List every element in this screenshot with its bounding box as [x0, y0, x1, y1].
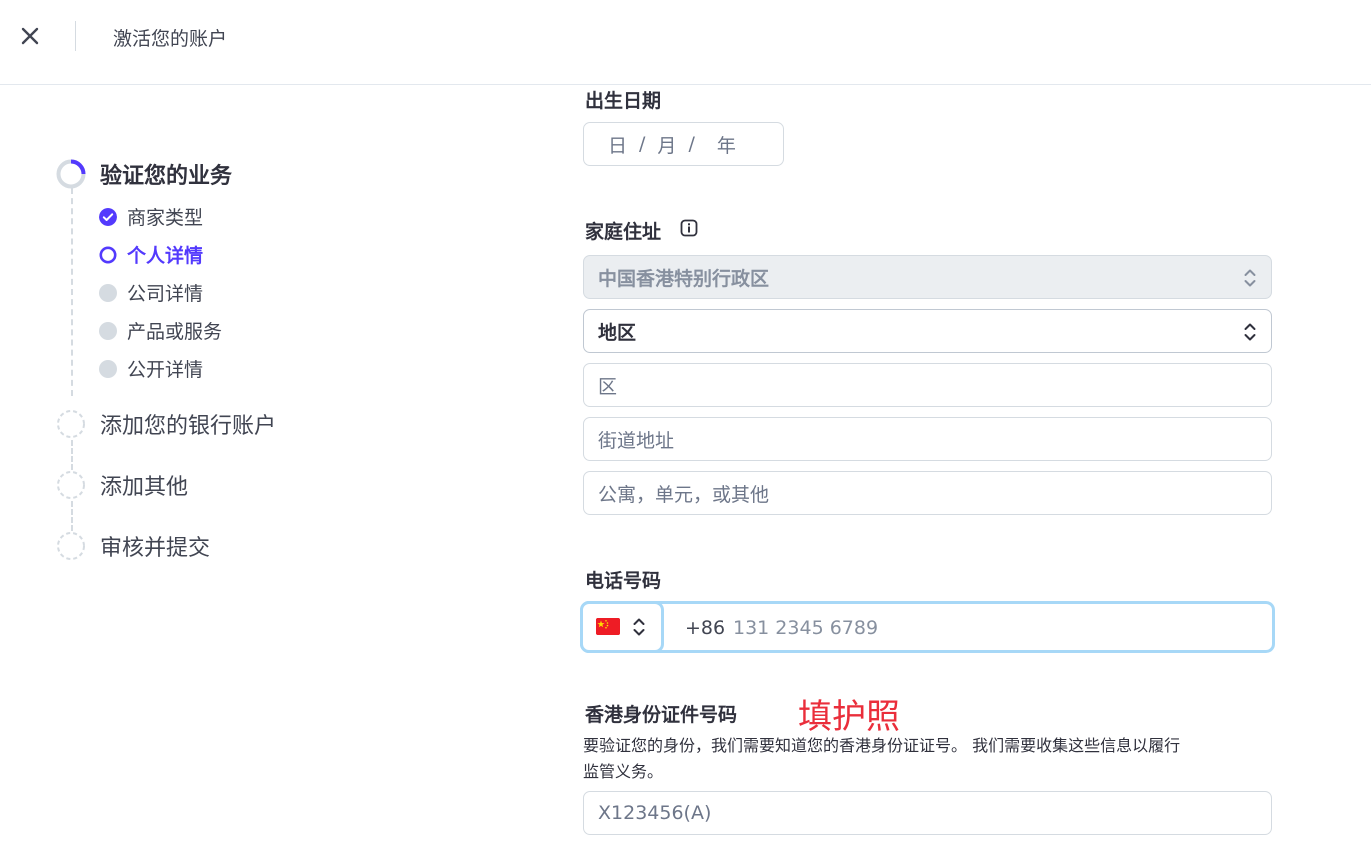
- street-address-input[interactable]: 街道地址: [583, 417, 1272, 461]
- phone-country-code: +86: [685, 617, 726, 639]
- step-review-submit[interactable]: 审核并提交: [56, 530, 210, 562]
- dob-field[interactable]: 日 / 月 / 年: [583, 122, 784, 166]
- pending-dot-icon: [99, 283, 117, 302]
- substep-personal-details[interactable]: 个人详情: [99, 241, 203, 268]
- phone-number-input[interactable]: 131 2345 6789: [733, 617, 878, 639]
- step-add-others[interactable]: 添加其他: [56, 469, 188, 501]
- hkid-label: 香港身份证件号码: [585, 704, 738, 726]
- progress-ring-icon: [56, 159, 86, 189]
- substep-label: 个人详情: [127, 245, 204, 267]
- stepper-connector: [71, 501, 73, 531]
- street-placeholder: 街道地址: [598, 429, 675, 452]
- phone-input-group: +86 131 2345 6789: [580, 601, 1275, 653]
- unit-placeholder: 公寓，单元，或其他: [598, 483, 770, 506]
- check-circle-icon: [99, 207, 117, 226]
- substep-label: 商家类型: [127, 207, 204, 229]
- region-select[interactable]: 地区: [583, 309, 1272, 353]
- dob-label: 出生日期: [585, 90, 662, 112]
- pending-dot-icon: [99, 321, 117, 340]
- substep-label: 产品或服务: [127, 321, 223, 343]
- district-input[interactable]: 区: [583, 363, 1272, 407]
- substep-merchant-type[interactable]: 商家类型: [99, 203, 203, 230]
- dashed-circle-icon: [57, 532, 85, 560]
- hkid-input[interactable]: X123456(A): [583, 791, 1272, 835]
- page-title: 激活您的账户: [113, 28, 228, 50]
- dob-day-input[interactable]: 日: [608, 131, 627, 158]
- chevron-up-down-icon: [1244, 323, 1256, 341]
- dob-month-input[interactable]: 月: [657, 131, 676, 158]
- phone-label: 电话号码: [585, 570, 662, 592]
- substep-company-details[interactable]: 公司详情: [99, 279, 203, 306]
- help-line: 要验证您的身份，我们需要知道您的香港身份证证号。 我们需要收集这些信息以履行: [583, 736, 1181, 755]
- hkid-placeholder: X123456(A): [598, 802, 712, 824]
- step-label: 验证您的业务: [100, 164, 233, 189]
- info-icon[interactable]: [680, 219, 698, 237]
- stepper-connector: [71, 188, 73, 396]
- dob-year-input[interactable]: 年: [717, 131, 736, 158]
- region-value: 地区: [598, 321, 637, 344]
- step-verify-business[interactable]: 验证您的业务: [56, 158, 232, 190]
- substep-products-services[interactable]: 产品或服务: [99, 317, 222, 344]
- phone-country-select[interactable]: [580, 601, 664, 653]
- close-button[interactable]: [18, 24, 42, 48]
- pending-dot-icon: [99, 359, 117, 378]
- dob-separator: /: [688, 133, 695, 155]
- home-address-label: 家庭住址: [585, 221, 662, 243]
- hkid-help-text: 要验证您的身份，我们需要知道您的香港身份证证号。 我们需要收集这些信息以履行 监…: [583, 733, 1273, 785]
- step-label: 审核并提交: [100, 536, 211, 561]
- chevron-up-down-icon: [1244, 269, 1256, 287]
- china-flag-icon: [596, 618, 620, 635]
- unit-input[interactable]: 公寓，单元，或其他: [583, 471, 1272, 515]
- district-placeholder: 区: [598, 375, 618, 398]
- close-icon: [21, 27, 39, 45]
- country-select: 中国香港特别行政区: [583, 255, 1272, 299]
- dob-separator: /: [639, 133, 646, 155]
- country-value: 中国香港特别行政区: [598, 267, 770, 290]
- dashed-circle-icon: [57, 410, 85, 438]
- step-add-bank-account[interactable]: 添加您的银行账户: [56, 408, 276, 440]
- dashed-circle-icon: [57, 471, 85, 499]
- step-label: 添加您的银行账户: [100, 414, 277, 439]
- help-line: 监管义务。: [583, 762, 664, 781]
- top-bar: 激活您的账户: [0, 0, 1371, 85]
- stepper-connector: [71, 440, 73, 470]
- substep-label: 公开详情: [127, 359, 204, 381]
- substep-label: 公司详情: [127, 283, 204, 305]
- substep-public-details[interactable]: 公开详情: [99, 355, 203, 382]
- annotation-note: 填护照: [798, 697, 900, 737]
- header-divider: [75, 21, 76, 51]
- step-label: 添加其他: [100, 475, 189, 500]
- current-step-icon: [99, 246, 117, 263]
- chevron-up-down-icon: [633, 618, 645, 636]
